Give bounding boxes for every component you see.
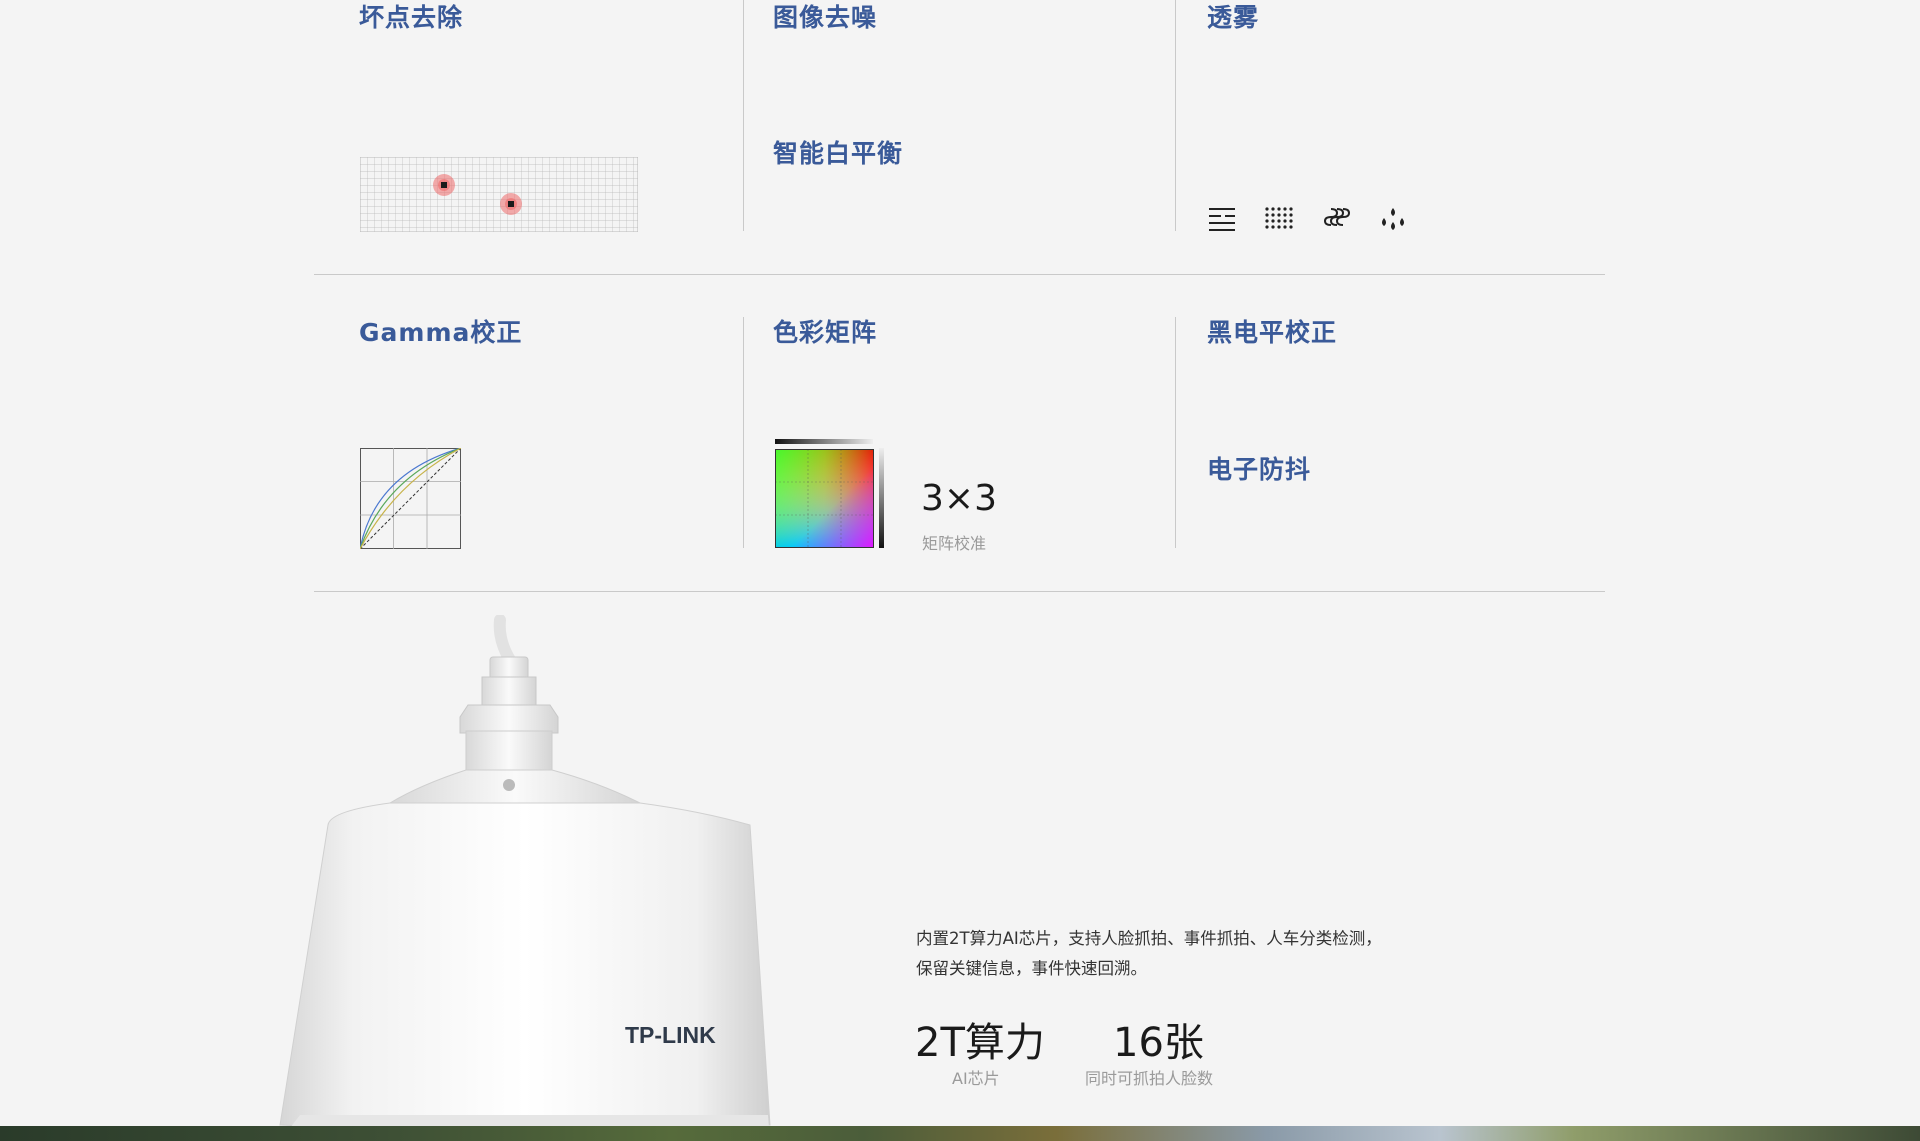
matrix-value: 3×3 — [921, 478, 997, 519]
feature-title-black-level-correction: 黑电平校正 — [1207, 318, 1338, 347]
description-line-2: 保留关键信息，事件快速回溯。 — [916, 959, 1147, 978]
brand-logo: TP-LINK — [625, 1022, 716, 1048]
dead-pixel-grid-icon — [360, 157, 638, 232]
feature-title-dead-pixel-removal: 坏点去除 — [359, 3, 464, 32]
feature-title-electronic-stabilization: 电子防抖 — [1207, 455, 1312, 484]
color-matrix-gradient-icon — [775, 439, 884, 548]
feature-title-defog: 透雾 — [1207, 3, 1260, 32]
feature-title-smart-white-balance: 智能白平衡 — [773, 139, 904, 168]
matrix-caption: 矩阵校准 — [922, 534, 987, 553]
dot-grid-icon — [1265, 207, 1293, 229]
feature-title-image-denoise: 图像去噪 — [773, 3, 878, 32]
stat-compute-caption: AI芯片 — [952, 1069, 1000, 1088]
feature-title-color-matrix: 色彩矩阵 — [773, 318, 878, 347]
divider-horizontal — [314, 274, 1605, 275]
droplets-icon — [1382, 208, 1404, 230]
divider-vertical — [743, 317, 744, 548]
divider-vertical — [1175, 317, 1176, 548]
layers-icon — [1209, 208, 1235, 231]
divider-vertical — [743, 0, 744, 231]
stat-faces-value: 16张 — [1113, 1020, 1204, 1066]
stat-faces-caption: 同时可抓拍人脸数 — [1085, 1069, 1214, 1088]
feature-title-gamma-correction: Gamma校正 — [359, 318, 523, 347]
waves-icon — [1323, 208, 1351, 226]
camera-product-image: TP-LINK — [279, 615, 771, 1141]
product-description: 内置2T算力AI芯片，支持人脸抓拍、事件抓拍、人车分类检测， 保留关键信息，事件… — [916, 924, 1476, 984]
stat-compute-value: 2T算力 — [915, 1020, 1045, 1066]
description-line-1: 内置2T算力AI芯片，支持人脸抓拍、事件抓拍、人车分类检测， — [916, 929, 1382, 948]
gamma-curve-icon — [360, 448, 461, 549]
divider-vertical — [1175, 0, 1176, 231]
scenery-image-strip — [0, 1126, 1920, 1141]
divider-horizontal — [314, 591, 1605, 592]
